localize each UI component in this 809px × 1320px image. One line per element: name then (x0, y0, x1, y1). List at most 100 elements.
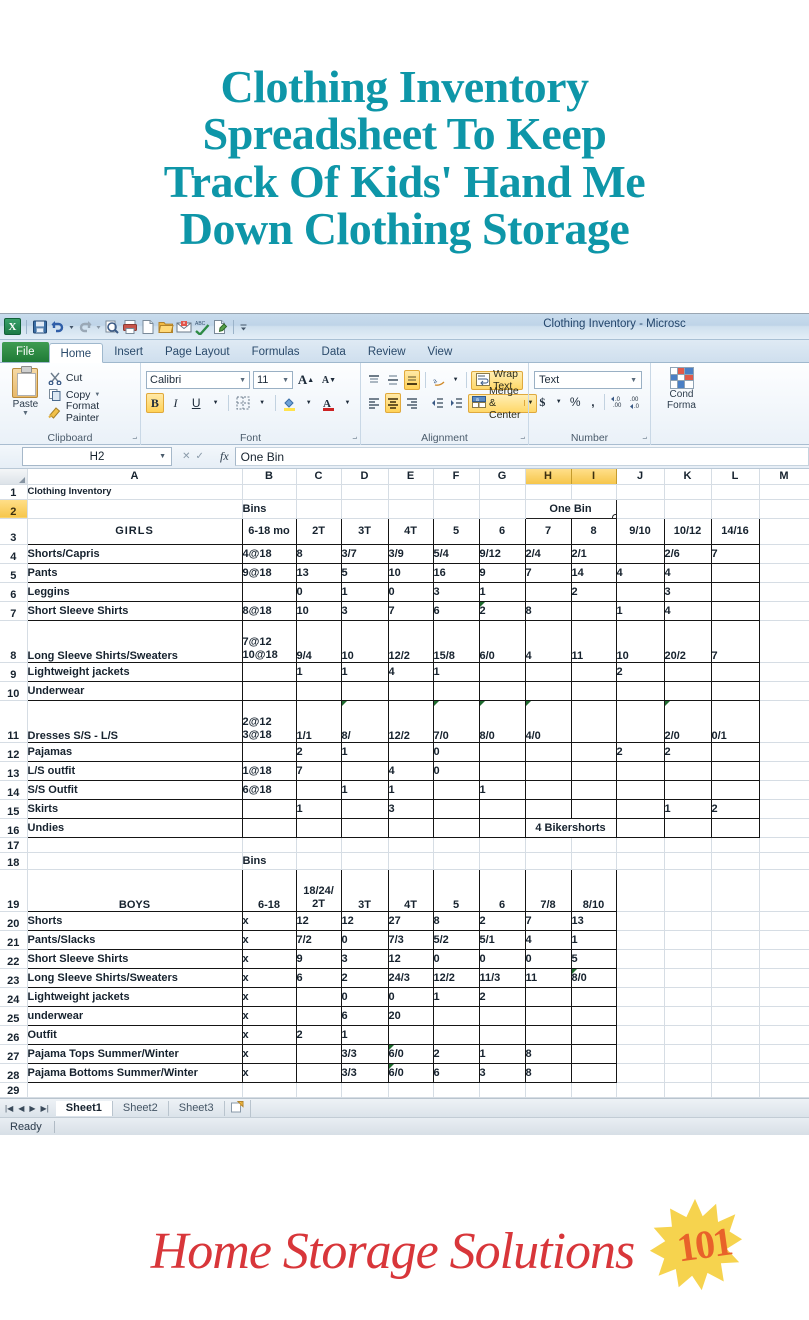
cell-I3[interactable]: 8 (571, 518, 616, 544)
cell-H7[interactable]: 8 (525, 601, 571, 620)
cell-E18[interactable] (388, 852, 433, 869)
bold-button[interactable]: B (146, 393, 164, 413)
cell-K21[interactable] (664, 930, 711, 949)
cell-C12[interactable]: 2 (296, 742, 341, 761)
cell-C23[interactable]: 6 (296, 968, 341, 987)
cell-F11[interactable]: 7/0 (433, 700, 479, 742)
column-header-I[interactable]: I (571, 469, 616, 484)
cell-E29[interactable] (388, 1082, 433, 1097)
cell-G16[interactable] (479, 818, 525, 837)
cell-I25[interactable] (571, 1006, 616, 1025)
cell-M17[interactable] (759, 837, 809, 852)
cell-A21[interactable]: Pants/Slacks (27, 930, 242, 949)
cell-L24[interactable] (711, 987, 759, 1006)
cell-L17[interactable] (711, 837, 759, 852)
grow-font-button[interactable]: A▲ (296, 370, 316, 390)
cell-K18[interactable] (664, 852, 711, 869)
orientation-button[interactable]: a (431, 370, 448, 390)
row-header-6[interactable]: 6 (0, 582, 27, 601)
table-row[interactable]: 4 Shorts/Capris 4@18 8 3/7 3/9 5/4 9/12 … (0, 544, 809, 563)
cell-H28[interactable]: 8 (525, 1063, 571, 1082)
cell-C26[interactable]: 2 (296, 1025, 341, 1044)
cell-B5[interactable]: 9@18 (242, 563, 296, 582)
cell-H1[interactable] (525, 484, 571, 499)
cell-G7[interactable]: 2 (479, 601, 525, 620)
cell-C5[interactable]: 13 (296, 563, 341, 582)
cell-E27[interactable]: 6/0 (388, 1044, 433, 1063)
cell-E17[interactable] (388, 837, 433, 852)
cell-C18[interactable] (296, 852, 341, 869)
cell-L19[interactable] (711, 869, 759, 911)
column-header-K[interactable]: K (664, 469, 711, 484)
cell-F6[interactable]: 3 (433, 582, 479, 601)
number-format-combo[interactable]: Text ▼ (534, 371, 642, 389)
cell-D17[interactable] (341, 837, 388, 852)
cell-I8[interactable]: 11 (571, 620, 616, 662)
underline-button[interactable]: U (187, 393, 205, 413)
cell-G13[interactable] (479, 761, 525, 780)
cell-M11[interactable] (759, 700, 809, 742)
cell-B20[interactable]: x (242, 911, 296, 930)
cell-D30[interactable] (341, 1097, 388, 1098)
cell-C25[interactable] (296, 1006, 341, 1025)
sheet-tab-sheet2[interactable]: Sheet2 (113, 1101, 169, 1116)
table-row[interactable]: 15 Skirts 1 3 1 2 (0, 799, 809, 818)
cell-A6[interactable]: Leggins (27, 582, 242, 601)
cell-I17[interactable] (571, 837, 616, 852)
cell-E6[interactable]: 0 (388, 582, 433, 601)
row-header-24[interactable]: 24 (0, 987, 27, 1006)
cell-G28[interactable]: 3 (479, 1063, 525, 1082)
row-header-20[interactable]: 20 (0, 911, 27, 930)
cell-I18[interactable] (571, 852, 616, 869)
cell-L27[interactable] (711, 1044, 759, 1063)
cell-L18[interactable] (711, 852, 759, 869)
cell-L5[interactable] (711, 563, 759, 582)
cell-M18[interactable] (759, 852, 809, 869)
cell-J10[interactable] (616, 681, 664, 700)
cell-L25[interactable] (711, 1006, 759, 1025)
cell-G20[interactable]: 2 (479, 911, 525, 930)
cell-J11[interactable] (616, 700, 664, 742)
cell-D23[interactable]: 2 (341, 968, 388, 987)
table-row[interactable]: 9 Lightweight jackets 1 1 4 1 2 (0, 662, 809, 681)
cell-D9[interactable]: 1 (341, 662, 388, 681)
cell-B10[interactable] (242, 681, 296, 700)
cell-G14[interactable]: 1 (479, 780, 525, 799)
column-header-D[interactable]: D (341, 469, 388, 484)
fill-color-button[interactable] (281, 393, 299, 413)
cell-F15[interactable] (433, 799, 479, 818)
cell-K19[interactable] (664, 869, 711, 911)
cell-J24[interactable] (616, 987, 664, 1006)
increase-indent-button[interactable] (449, 393, 465, 413)
cell-F28[interactable]: 6 (433, 1063, 479, 1082)
cell-M7[interactable] (759, 601, 809, 620)
cell-E25[interactable]: 20 (388, 1006, 433, 1025)
sheet-tab-sheet1[interactable]: Sheet1 (56, 1101, 113, 1116)
row-header-5[interactable]: 5 (0, 563, 27, 582)
cell-J23[interactable] (616, 968, 664, 987)
alignment-dialog-launcher[interactable] (516, 434, 525, 443)
cell-J22[interactable] (616, 949, 664, 968)
cell-F30[interactable] (433, 1097, 479, 1098)
cell-E24[interactable]: 0 (388, 987, 433, 1006)
cell-D18[interactable] (341, 852, 388, 869)
cell-L4[interactable]: 7 (711, 544, 759, 563)
cell-F4[interactable]: 5/4 (433, 544, 479, 563)
cell-D2[interactable] (341, 499, 388, 518)
row-header-10[interactable]: 10 (0, 681, 27, 700)
cell-D22[interactable]: 3 (341, 949, 388, 968)
cell-K3[interactable]: 10/12 (664, 518, 711, 544)
cell-A22[interactable]: Short Sleeve Shirts (27, 949, 242, 968)
cell-A17[interactable] (27, 837, 242, 852)
cell-B11[interactable]: 2@123@18 (242, 700, 296, 742)
cell-K7[interactable]: 4 (664, 601, 711, 620)
cell-K24[interactable] (664, 987, 711, 1006)
font-name-combo[interactable]: Calibri ▼ (146, 371, 250, 389)
cell-J30[interactable] (616, 1097, 664, 1098)
cell-I22[interactable]: 5 (571, 949, 616, 968)
cell-B22[interactable]: x (242, 949, 296, 968)
cell-G9[interactable] (479, 662, 525, 681)
first-sheet-icon[interactable]: |◀ (5, 1104, 13, 1113)
column-header-C[interactable]: C (296, 469, 341, 484)
cell-M22[interactable] (759, 949, 809, 968)
